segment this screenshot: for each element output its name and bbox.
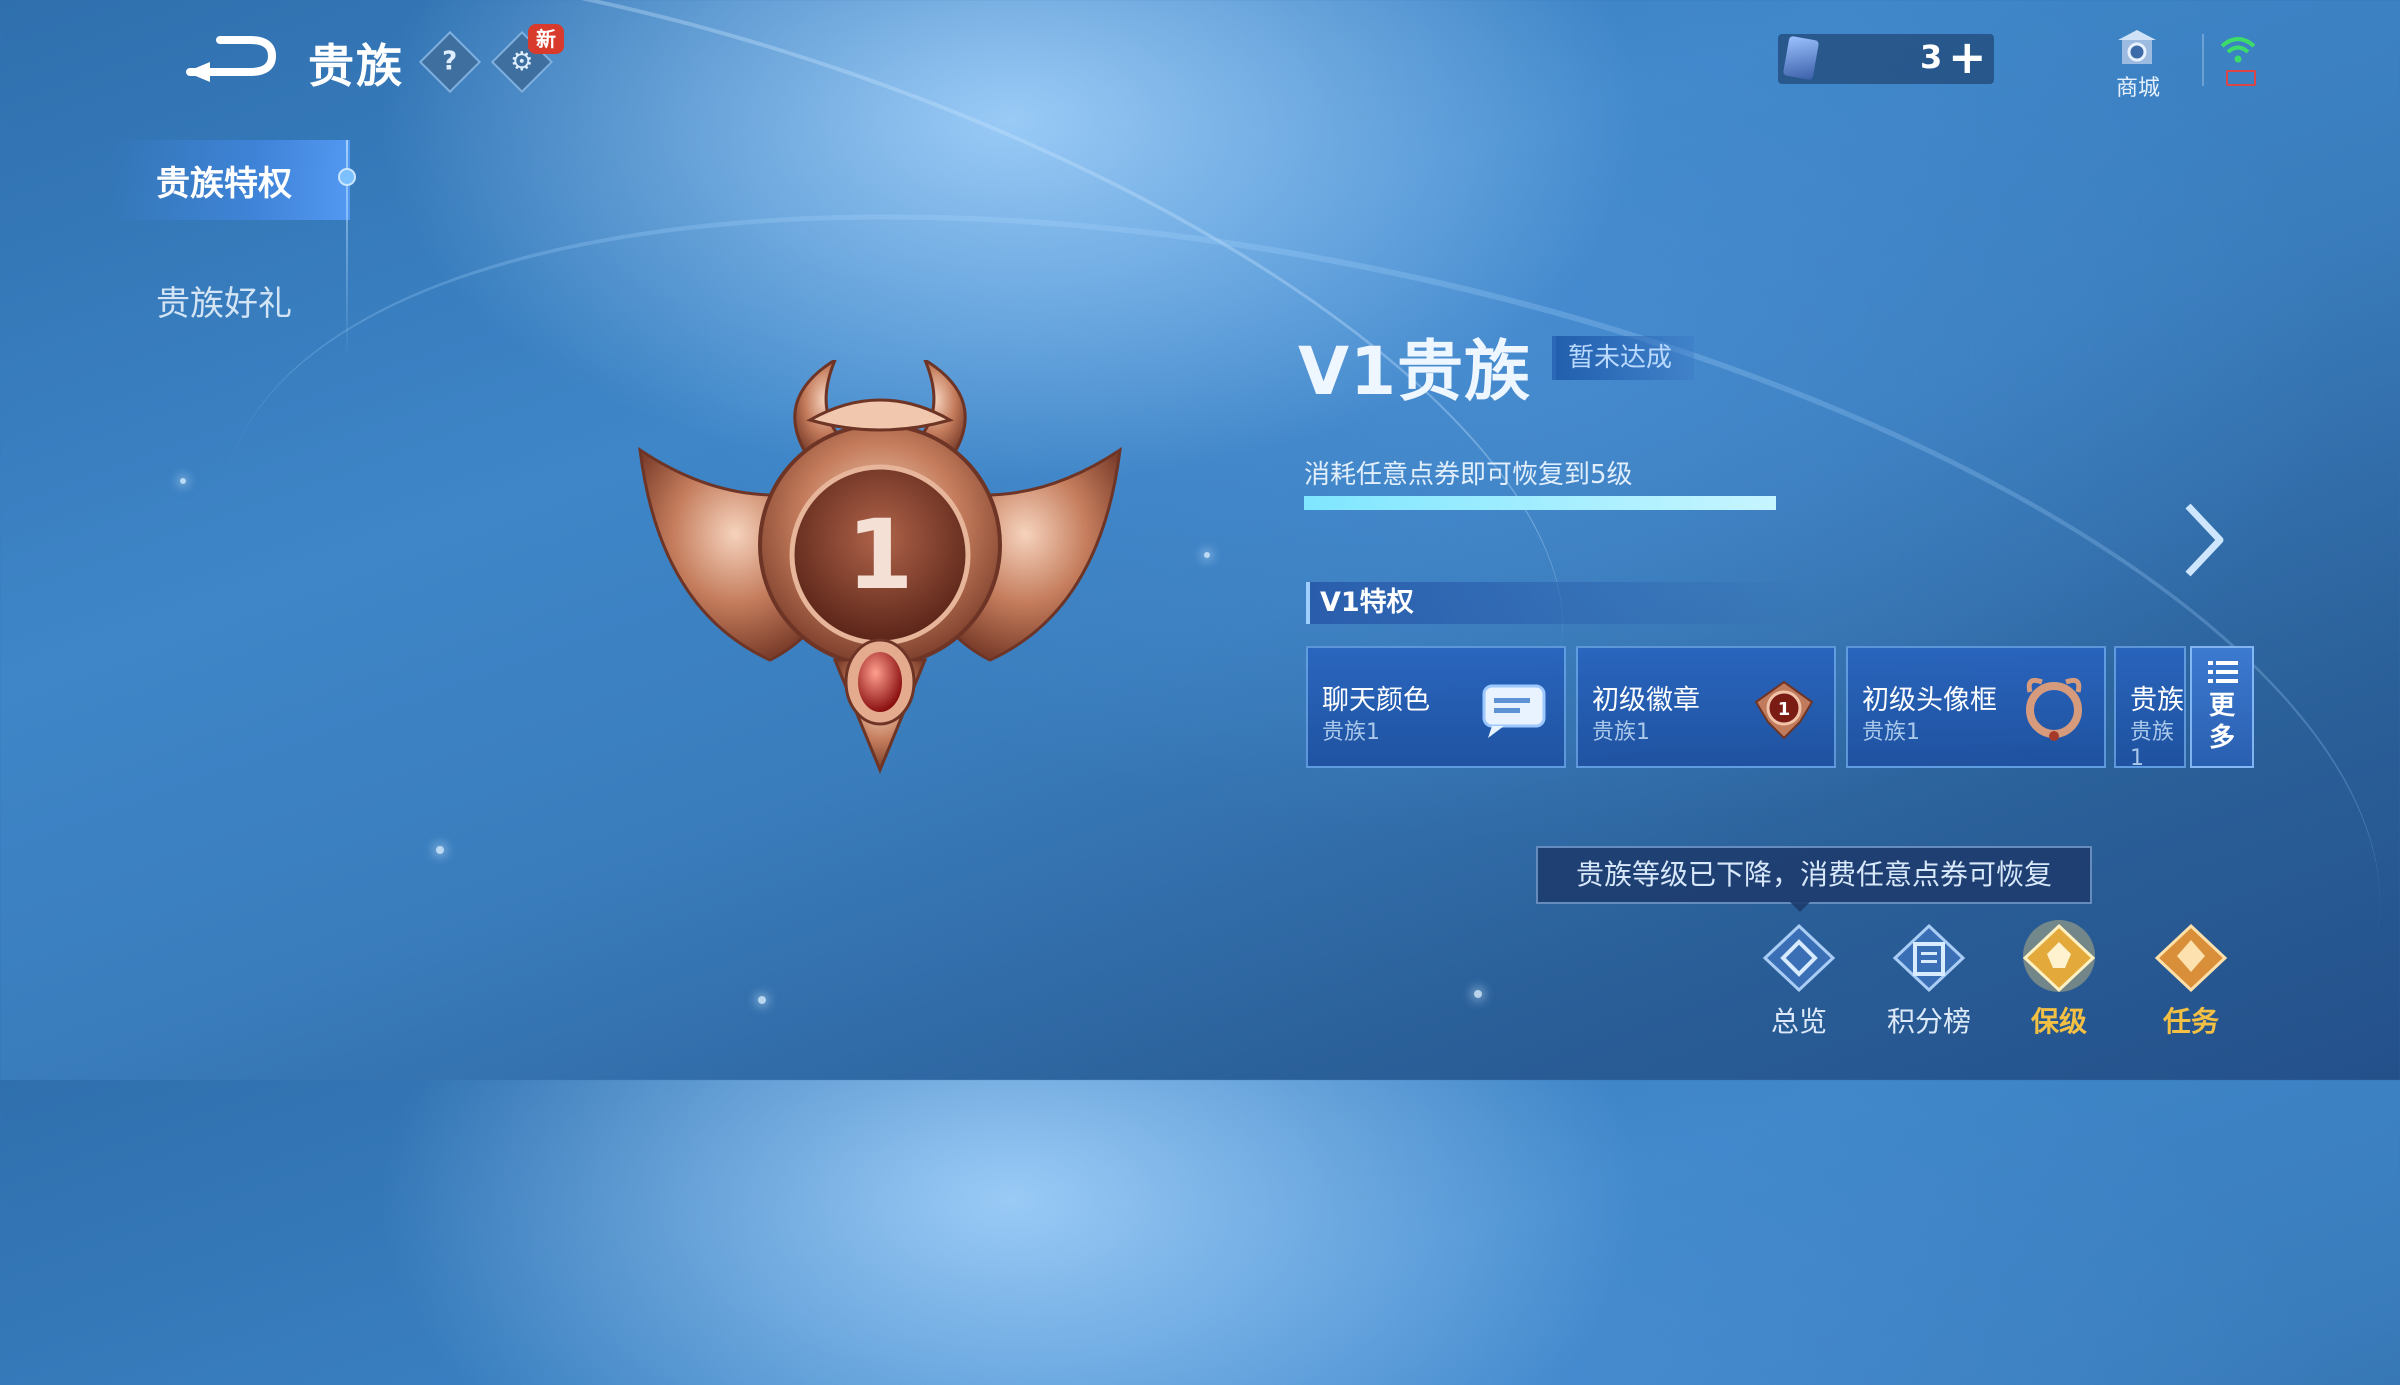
- chat-bubble-icon: [1482, 684, 1546, 738]
- tab-leaderboard[interactable]: 积分榜: [1874, 920, 1984, 1040]
- tab-overview[interactable]: 总览: [1744, 920, 1854, 1040]
- shop-label: 商城: [2115, 76, 2160, 101]
- level-title: V1贵族: [1298, 333, 1532, 410]
- sparkle: [1204, 552, 1210, 558]
- privileges-header-label: V1特权: [1320, 587, 1414, 618]
- sparkle: [436, 846, 444, 854]
- privileges-header: V1特权: [1306, 582, 1810, 624]
- add-ticket-button[interactable]: +: [1948, 30, 1987, 84]
- keep-level-icon: [2022, 920, 2096, 993]
- new-badge: 新: [528, 24, 564, 54]
- help-button[interactable]: ?: [418, 30, 482, 94]
- battery-icon: [2226, 70, 2256, 86]
- more-privileges-button[interactable]: 更 多: [2190, 646, 2254, 768]
- noble-level-emblem: 1: [638, 360, 1122, 774]
- card-name: 贵族: [2130, 685, 2184, 716]
- sidebar-item-privileges[interactable]: 贵族特权: [156, 156, 292, 205]
- emblem-number: 1: [847, 499, 914, 611]
- tab-label: 保级: [2030, 1005, 2087, 1038]
- sparkle: [758, 996, 766, 1004]
- card-name: 聊天颜色: [1322, 685, 1430, 716]
- tasks-icon: [2154, 923, 2228, 993]
- tooltip-pointer: [1788, 900, 1812, 912]
- question-icon: ?: [442, 47, 458, 77]
- progress-fill: [1304, 496, 1776, 510]
- card-sub: 贵族1: [2130, 720, 2175, 768]
- privilege-card-badge[interactable]: 初级徽章 贵族1 1: [1576, 646, 1836, 768]
- overview-icon: [1762, 923, 1836, 993]
- sidebar-item-gifts[interactable]: 贵族好礼: [156, 276, 292, 325]
- badge-icon: 1: [1754, 680, 1814, 740]
- wifi-icon: [2220, 37, 2256, 63]
- more-label: 更 多: [2208, 691, 2235, 753]
- card-sub: 贵族1: [1322, 720, 1380, 745]
- leaderboard-icon: [1892, 923, 1966, 993]
- card-sub: 贵族1: [1592, 720, 1650, 745]
- sparkle: [180, 478, 186, 484]
- chevron-right-icon[interactable]: [2178, 500, 2228, 580]
- level-drop-tooltip: 贵族等级已下降，消费任意点券可恢复: [1536, 846, 2092, 904]
- list-icon: [2208, 661, 2238, 683]
- divider: [2202, 34, 2204, 86]
- tab-label: 任务: [2162, 1005, 2219, 1038]
- privilege-card-chat-color[interactable]: 聊天颜色 贵族1: [1306, 646, 1566, 768]
- tab-label: 总览: [1770, 1005, 1827, 1038]
- privilege-card-avatar-frame[interactable]: 初级头像框 贵族1: [1846, 646, 2106, 768]
- avatar-frame-icon: [2026, 677, 2082, 741]
- page-title: 贵族: [308, 39, 404, 93]
- back-button[interactable]: [180, 28, 280, 84]
- sparkle: [1474, 990, 1482, 998]
- nav-indicator-dot: [338, 168, 356, 186]
- back-arrow-icon: [186, 36, 277, 82]
- shop-icon: [2118, 30, 2156, 64]
- tab-tasks[interactable]: 任务: [2136, 920, 2246, 1040]
- tab-keep-level[interactable]: 保级: [2004, 920, 2114, 1040]
- svg-text:1: 1: [1778, 699, 1791, 720]
- privilege-card-partial[interactable]: 贵族 贵族1: [2114, 646, 2186, 768]
- card-name: 初级头像框: [1862, 685, 1997, 716]
- card-name: 初级徽章: [1592, 685, 1700, 716]
- restore-hint: 消耗任意点券即可恢复到5级: [1304, 460, 1633, 490]
- tab-label: 积分榜: [1886, 1005, 1971, 1038]
- status-badge: 暂未达成: [1552, 336, 1694, 380]
- card-sub: 贵族1: [1862, 720, 1920, 745]
- level-progress-bar: [1304, 496, 1776, 510]
- ticket-count: 3: [1920, 38, 1943, 76]
